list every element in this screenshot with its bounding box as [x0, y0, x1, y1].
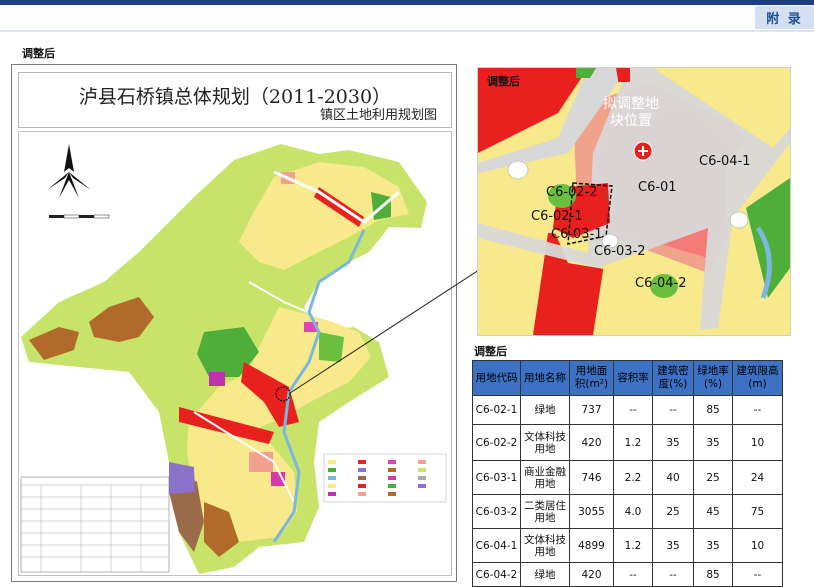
table-cell: --: [732, 562, 783, 587]
table-cell: 737: [569, 395, 614, 425]
parcel-label: C6-03-2: [594, 244, 646, 259]
header-divider: [0, 30, 814, 32]
table-cell: --: [652, 562, 694, 587]
table-cell: 4.0: [613, 494, 653, 529]
parcel-label: C6-02-1: [531, 209, 583, 224]
table-section-label: 调整后: [474, 345, 507, 358]
col-header: 用地名称: [520, 360, 570, 396]
north-arrow-icon: [47, 144, 91, 198]
table-cell: 绿地: [520, 395, 570, 425]
table-cell: 10: [732, 424, 783, 461]
table-header-row: 用地代码 用地名称 用地面积(m²) 容积率 建筑密度(%) 绿地率(%) 建筑…: [472, 360, 783, 396]
table-cell: 35: [693, 424, 733, 461]
col-header: 用地面积(m²): [569, 360, 614, 396]
table-cell: 2.2: [613, 460, 653, 495]
table-cell: 45: [693, 494, 733, 529]
table-row: C6-04-2 绿地 420 -- -- 85 --: [472, 562, 783, 587]
table-cell: 10: [732, 528, 783, 563]
industrial-purple: [169, 462, 195, 494]
col-header: 建筑限高(m): [732, 360, 783, 396]
table-cell: 420: [569, 424, 614, 461]
table-cell: 85: [693, 395, 733, 425]
parcel-label: C6-01: [638, 180, 677, 195]
col-header: 容积率: [613, 360, 653, 396]
detail-label: 调整后: [487, 75, 520, 88]
col-header: 绿地率(%): [693, 360, 733, 396]
table-row: C6-03-1 商业金融用地 746 2.2 40 25 24: [472, 460, 783, 495]
table-cell: 1.2: [613, 528, 653, 563]
header-bar: [0, 0, 814, 5]
site-label-line2: 块位置: [610, 113, 652, 129]
table-cell: --: [652, 395, 694, 425]
table-cell: 25: [652, 494, 694, 529]
table-cell: 4899: [569, 528, 614, 563]
table-cell: 40: [652, 460, 694, 495]
land-data-table-wrap: 用地代码 用地名称 用地面积(m²) 容积率 建筑密度(%) 绿地率(%) 建筑…: [472, 360, 783, 587]
appendix-tab[interactable]: 附 录: [755, 6, 814, 29]
parcel-label: C6-03-1: [551, 227, 603, 242]
table-cell: 35: [652, 424, 694, 461]
table-cell: C6-04-1: [472, 528, 521, 563]
table-cell: 商业金融用地: [520, 460, 570, 495]
table-cell: C6-04-2: [472, 562, 521, 587]
map-legend: [323, 453, 447, 503]
table-cell: 25: [693, 460, 733, 495]
table-cell: 35: [652, 528, 694, 563]
table-cell: --: [732, 395, 783, 425]
parcel-label: C6-04-1: [699, 154, 751, 169]
left-section-label: 调整后: [22, 47, 55, 60]
table-cell: 75: [732, 494, 783, 529]
table-cell: 420: [569, 562, 614, 587]
table-cell: 24: [732, 460, 783, 495]
table-cell: --: [613, 562, 653, 587]
site-label-line1: 拟调整地: [603, 96, 659, 112]
map-subtitle: 镇区土地利用规划图: [319, 108, 437, 123]
table-row: C6-02-2 文体科技用地 420 1.2 35 35 10: [472, 424, 783, 461]
table-cell: 二类居住用地: [520, 494, 570, 529]
table-row: C6-02-1 绿地 737 -- -- 85 --: [472, 395, 783, 425]
table-cell: 1.2: [613, 424, 653, 461]
land-data-table: 用地代码 用地名称 用地面积(m²) 容积率 建筑密度(%) 绿地率(%) 建筑…: [472, 360, 783, 587]
parcel-label: C6-02-2: [546, 185, 598, 200]
col-header: 用地代码: [472, 360, 521, 396]
table-cell: --: [613, 395, 653, 425]
table-cell: 绿地: [520, 562, 570, 587]
land-use-map: [20, 144, 447, 574]
map-title-box: 泸县石桥镇总体规划（2011-2030） 镇区土地利用规划图: [18, 72, 452, 128]
table-cell: C6-03-1: [472, 460, 521, 495]
land-balance-table: [20, 476, 170, 573]
detail-map: 调整后 拟调整地 块位置 C6-04-1 C6-01 C6-02-2 C6-02…: [477, 67, 791, 336]
scale-bar: [49, 214, 110, 219]
parcel-label: C6-04-2: [635, 276, 687, 291]
table-cell: 35: [693, 528, 733, 563]
public-facility-2: [209, 372, 225, 386]
table-cell: C6-02-1: [472, 395, 521, 425]
table-row: C6-04-1 文体科技用地 4899 1.2 35 35 10: [472, 528, 783, 563]
table-cell: 3055: [569, 494, 614, 529]
table-cell: C6-03-2: [472, 494, 521, 529]
col-header: 建筑密度(%): [652, 360, 694, 396]
table-cell: 文体科技用地: [520, 424, 570, 461]
table-cell: 文体科技用地: [520, 528, 570, 563]
table-row: C6-03-2 二类居住用地 3055 4.0 25 45 75: [472, 494, 783, 529]
table-cell: 85: [693, 562, 733, 587]
table-cell: 746: [569, 460, 614, 495]
park-east: [319, 332, 344, 362]
site-callout: 拟调整地 块位置: [586, 96, 676, 130]
table-cell: C6-02-2: [472, 424, 521, 461]
